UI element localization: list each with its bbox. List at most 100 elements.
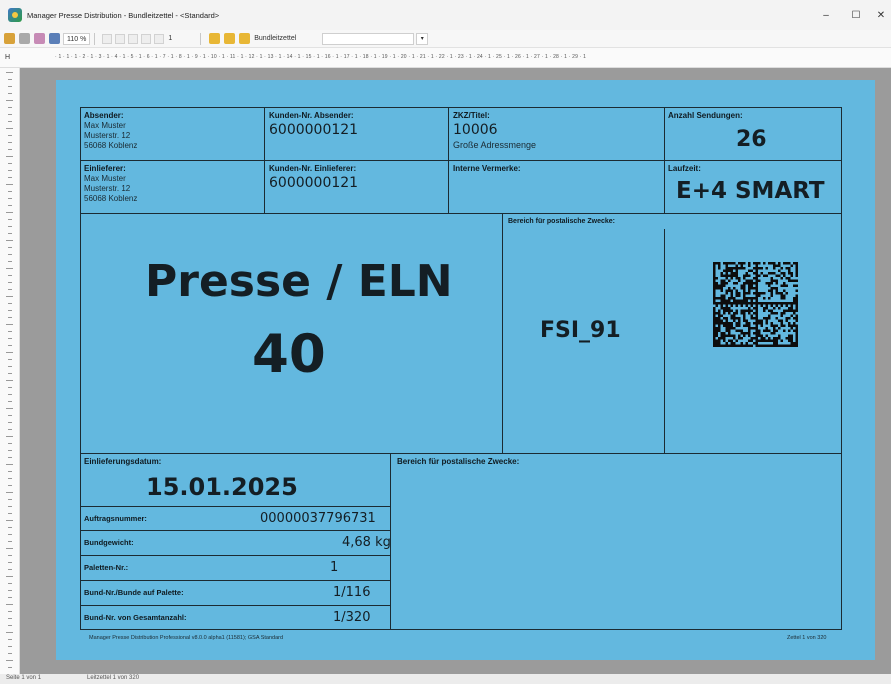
close-button[interactable]: ✕ <box>866 0 891 30</box>
submitter-line-3: 56068 Koblenz <box>84 194 138 203</box>
ruler-tick <box>8 142 12 143</box>
ruler-tick <box>6 240 13 241</box>
status-bar: Seite 1 von 1 Leitzettel 1 von 320 <box>0 674 891 684</box>
divider <box>80 580 390 581</box>
ruler-tick <box>6 72 13 73</box>
ruler-tick <box>8 583 12 584</box>
status-slip: Leitzettel 1 von 320 <box>87 675 140 681</box>
ruler-tick <box>8 135 12 136</box>
ruler-tick <box>8 205 12 206</box>
chevron-down-icon[interactable]: ▾ <box>416 32 429 45</box>
bundles-on-pallet-label: Bund-Nr./Bunde auf Palette: <box>84 588 184 597</box>
ruler-tick <box>8 597 12 598</box>
ruler-tick <box>8 93 12 94</box>
ruler-tick <box>8 541 12 542</box>
ruler-tick <box>8 478 12 479</box>
minimize-button[interactable]: – <box>811 0 841 30</box>
ruler-tick <box>8 366 12 367</box>
submitter-line-1: Max Muster <box>84 174 126 183</box>
ruler-tick <box>8 457 12 458</box>
ruler-tick <box>6 660 13 661</box>
footer-software-info: Manager Presse Distribution Professional… <box>89 635 284 641</box>
prev-page-icon[interactable] <box>141 33 152 44</box>
ruler-tick <box>6 212 13 213</box>
divider <box>80 213 842 214</box>
pallet-number-label: Paletten-Nr.: <box>84 563 129 572</box>
internal-notes-title: Interne Vermerke: <box>453 164 521 173</box>
divider <box>664 229 665 453</box>
customer-no-submitter-value: 6000000121 <box>269 175 359 191</box>
ruler-tick <box>8 653 12 654</box>
ruler-tick <box>8 429 12 430</box>
first-page-icon[interactable] <box>128 33 139 44</box>
report-select[interactable] <box>322 32 415 45</box>
bundle-of-total-label: Bund-Nr. von Gesamtanzahl: <box>84 613 187 622</box>
divider <box>664 107 665 213</box>
ruler-tick <box>8 345 12 346</box>
report-icon-3[interactable] <box>239 33 251 44</box>
bundle-weight-value: 4,68 kg <box>342 535 391 550</box>
ruler-tick <box>8 422 12 423</box>
divider <box>80 453 842 454</box>
order-number-label: Auftragsnummer: <box>84 514 147 523</box>
submission-date-value: 15.01.2025 <box>146 473 298 501</box>
zoom-dropdown-icon[interactable] <box>102 33 113 44</box>
report-icon-2[interactable] <box>224 33 236 44</box>
divider <box>264 107 265 213</box>
ruler-tick <box>8 226 12 227</box>
ruler-tick <box>8 499 12 500</box>
ruler-tick <box>8 625 12 626</box>
ruler-tick <box>6 464 13 465</box>
sender-line-1: Max Muster <box>84 121 126 130</box>
ruler-tick <box>8 303 12 304</box>
print-icon[interactable] <box>19 33 30 44</box>
ruler-unit-label: H <box>5 54 11 61</box>
ruler-tick <box>6 352 13 353</box>
save-icon[interactable] <box>49 33 60 44</box>
ruler-tick <box>8 394 12 395</box>
sender-title: Absender: <box>84 111 124 120</box>
ruler-tick <box>8 121 12 122</box>
ruler-tick <box>6 436 13 437</box>
ruler-tick <box>8 317 12 318</box>
footer-page-counter: Zettel 1 von 320 <box>787 635 827 641</box>
export-icon[interactable] <box>4 33 15 44</box>
ruler-tick <box>8 534 12 535</box>
ruler-tick <box>8 282 12 283</box>
toolbar: 110 % 1 Bundleitzettel ▾ <box>0 30 891 48</box>
ruler-tick <box>8 107 12 108</box>
order-number-value: 00000037796731 <box>260 511 376 526</box>
report-icon-1[interactable] <box>209 33 221 44</box>
ruler-tick <box>8 590 12 591</box>
sender-line-2: Musterstr. 12 <box>84 131 131 140</box>
ruler-tick <box>6 100 13 101</box>
ruler-tick <box>8 618 12 619</box>
ruler-tick <box>6 548 13 549</box>
ruler-tick <box>8 233 12 234</box>
page-number-field[interactable]: 1 <box>168 35 172 42</box>
next-page-icon[interactable] <box>154 33 165 44</box>
ruler-tick <box>6 296 13 297</box>
ruler-tick <box>8 177 12 178</box>
ruler-tick <box>6 576 13 577</box>
zkz-title: ZKZ/Titel: <box>453 111 490 120</box>
ruler-tick <box>8 163 12 164</box>
ruler-tick <box>8 450 12 451</box>
customer-no-submitter-title: Kunden-Nr. Einlieferer: <box>269 164 357 173</box>
ruler-tick <box>8 359 12 360</box>
ruler-tick <box>6 128 13 129</box>
divider <box>80 530 390 531</box>
ruler-tick <box>8 289 12 290</box>
ruler-tick <box>8 247 12 248</box>
fit-page-icon[interactable] <box>115 33 126 44</box>
zoom-field[interactable]: 110 % <box>63 32 91 45</box>
ruler-tick <box>8 387 12 388</box>
shipments-count-title: Anzahl Sendungen: <box>668 111 743 120</box>
ruler-tick <box>8 261 12 262</box>
zkz-subtitle: Große Adressmenge <box>453 140 537 150</box>
postal-area-2-title: Bereich für postalische Zwecke: <box>397 457 520 466</box>
print-setup-icon[interactable] <box>34 33 45 44</box>
ruler-tick <box>8 275 12 276</box>
report-label: Bundleitzettel <box>254 35 297 42</box>
pallet-number-value: 1 <box>330 560 339 575</box>
